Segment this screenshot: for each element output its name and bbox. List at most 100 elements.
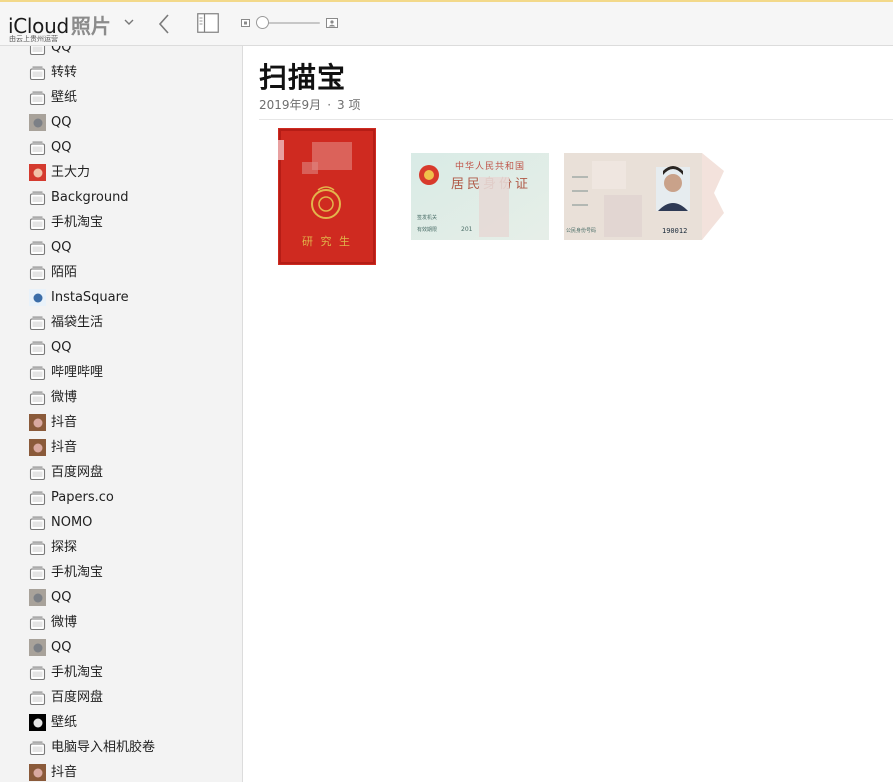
sidebar-toggle-icon[interactable] [197, 13, 219, 33]
sidebar-item-label: QQ [51, 115, 72, 130]
sidebar: QQ 转转 壁纸 QQ QQ 王大力 Background 手机淘宝 QQ 陌陌 In… [0, 46, 243, 782]
album-view: 扫描宝 2019年9月 · 3 项 研 究 生 中华人民共和国 签发机关 有效期… [243, 46, 893, 782]
album-icon [29, 141, 46, 156]
sidebar-item-label: 微博 [51, 615, 78, 630]
sidebar-item-label: 抖音 [51, 765, 78, 780]
sidebar-item-label: 手机淘宝 [51, 665, 104, 680]
sidebar-item-label: QQ [51, 140, 72, 155]
sidebar-item[interactable]: 抖音 [0, 410, 242, 435]
sidebar-item-label: QQ [51, 46, 72, 55]
sidebar-item[interactable]: 手机淘宝 [0, 560, 242, 585]
photo-thumbnail-icon [29, 714, 46, 731]
id-field-validity: 有效期限 [417, 226, 437, 233]
photo-thumbnail-icon [29, 639, 46, 656]
photo-thumbnail-icon [29, 114, 46, 131]
sidebar-item[interactable]: QQ [0, 235, 242, 260]
id-back-image: 公民身份号码 190012 [564, 153, 724, 240]
sidebar-item-label: 手机淘宝 [51, 565, 104, 580]
sidebar-item[interactable]: 壁纸 [0, 710, 242, 735]
sidebar-item-label: QQ [51, 340, 72, 355]
app-brand[interactable]: iCloud 照片 由云上贵州运营 [8, 10, 134, 43]
sidebar-item-label: 壁纸 [51, 715, 78, 730]
photo-thumbnail-icon [29, 164, 46, 181]
photo-thumbnail-icon [29, 414, 46, 431]
sidebar-item[interactable]: 抖音 [0, 435, 242, 460]
pixelated-area [604, 195, 642, 237]
photo-id-card-back[interactable]: 公民身份号码 190012 [564, 153, 724, 240]
sidebar-item[interactable]: QQ [0, 46, 242, 60]
photo-id-card-front[interactable]: 中华人民共和国 居民身份证 签发机关 有效期限 201 [411, 153, 549, 240]
album-icon [29, 46, 46, 56]
sidebar-item[interactable]: 手机淘宝 [0, 210, 242, 235]
booklet-cover-text: 研 究 生 [302, 234, 352, 248]
sidebar-item[interactable]: 转转 [0, 60, 242, 85]
sidebar-item-label: 陌陌 [51, 265, 78, 280]
album-icon [29, 741, 46, 756]
sidebar-item[interactable]: 王大力 [0, 160, 242, 185]
album-icon [29, 266, 46, 281]
meta-separator: · [327, 98, 332, 112]
id-field-authority: 签发机关 [417, 214, 437, 221]
sidebar-item-label: 百度网盘 [51, 465, 104, 480]
sidebar-item-label: 抖音 [51, 415, 78, 430]
album-icon [29, 366, 46, 381]
back-chevron-icon[interactable] [156, 13, 172, 35]
album-icon [29, 191, 46, 206]
photo-red-booklet[interactable]: 研 究 生 [278, 128, 376, 265]
album-icon [29, 66, 46, 81]
sidebar-item[interactable]: QQ [0, 110, 242, 135]
sidebar-item[interactable]: 手机淘宝 [0, 660, 242, 685]
page-title: 扫描宝 [259, 61, 347, 94]
sidebar-item[interactable]: 百度网盘 [0, 460, 242, 485]
photo-thumbnail-icon [29, 764, 46, 781]
album-icon [29, 541, 46, 556]
chevron-down-icon[interactable] [124, 17, 134, 27]
sidebar-item[interactable]: QQ [0, 585, 242, 610]
brand-photos: 照片 [70, 14, 111, 38]
sidebar-item[interactable]: 陌陌 [0, 260, 242, 285]
album-count: 3 项 [337, 98, 361, 112]
sidebar-item[interactable]: 电脑导入相机胶卷 [0, 735, 242, 760]
sidebar-item-label: 转转 [51, 65, 78, 80]
album-date: 2019年9月 [259, 98, 322, 112]
sidebar-item[interactable]: 哔哩哔哩 [0, 360, 242, 385]
id-header-text: 中华人民共和国 [455, 160, 525, 172]
album-icon [29, 491, 46, 506]
photo-thumbnail-icon [29, 289, 46, 306]
sidebar-item[interactable]: Papers.co [0, 485, 242, 510]
sidebar-item[interactable]: QQ [0, 135, 242, 160]
sidebar-item[interactable]: 福袋生活 [0, 310, 242, 335]
sidebar-item-label: Background [51, 190, 129, 205]
album-icon [29, 391, 46, 406]
sidebar-item[interactable]: 抖音 [0, 760, 242, 782]
sidebar-item-label: 壁纸 [51, 90, 78, 105]
sidebar-item-label: 电脑导入相机胶卷 [51, 740, 156, 755]
sidebar-item[interactable]: Background [0, 185, 242, 210]
sidebar-item[interactable]: 探探 [0, 535, 242, 560]
sidebar-item-label: QQ [51, 640, 72, 655]
zoom-out-icon[interactable] [241, 19, 250, 27]
sidebar-item[interactable]: 微博 [0, 610, 242, 635]
sidebar-item-label: QQ [51, 240, 72, 255]
zoom-slider-knob[interactable] [256, 16, 269, 29]
sidebar-item[interactable]: NOMO [0, 510, 242, 535]
album-icon [29, 691, 46, 706]
sidebar-item-label: 探探 [51, 540, 78, 555]
id-front-image: 中华人民共和国 居民身份证 签发机关 有效期限 201 [411, 153, 549, 240]
album-icon [29, 616, 46, 631]
photo-thumbnail-icon [29, 589, 46, 606]
pixelated-area [479, 177, 509, 237]
sidebar-item-label: 哔哩哔哩 [51, 365, 104, 380]
sidebar-item[interactable]: QQ [0, 635, 242, 660]
sidebar-item[interactable]: QQ [0, 335, 242, 360]
sidebar-item-label: QQ [51, 590, 72, 605]
album-icon [29, 666, 46, 681]
sidebar-item[interactable]: InstaSquare [0, 285, 242, 310]
album-meta: 2019年9月 · 3 项 [259, 96, 360, 113]
sidebar-item[interactable]: 微博 [0, 385, 242, 410]
album-list: QQ 转转 壁纸 QQ QQ 王大力 Background 手机淘宝 QQ 陌陌 In… [0, 46, 242, 782]
zoom-in-icon[interactable] [326, 18, 338, 28]
sidebar-item[interactable]: 壁纸 [0, 85, 242, 110]
sidebar-item[interactable]: 百度网盘 [0, 685, 242, 710]
sidebar-item-label: 微博 [51, 390, 78, 405]
